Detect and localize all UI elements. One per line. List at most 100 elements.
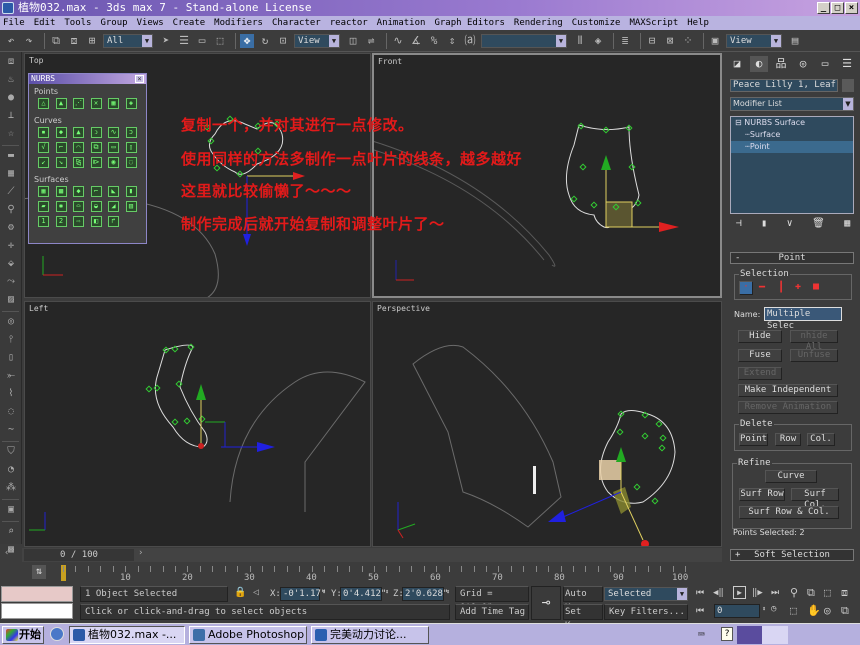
render-magnify-icon[interactable]: ⌕ xyxy=(4,525,18,539)
spinner-icon[interactable]: ⬍ xyxy=(762,605,766,613)
select-and-scale-icon[interactable]: ⊡ xyxy=(276,34,290,48)
bend-icon[interactable]: ⤳ xyxy=(4,275,18,289)
create-curve-point-icon[interactable]: ⋰ xyxy=(73,98,84,109)
select-and-link-icon[interactable]: ⧉ xyxy=(49,34,63,48)
minimize-button[interactable]: _ xyxy=(817,2,830,14)
taskbar-item-forum[interactable]: 完美动力讨论... xyxy=(311,626,429,644)
zoom-extents-all-icon[interactable]: ⧈ xyxy=(841,586,848,600)
create-geometry-icon[interactable]: ⧈ xyxy=(4,55,18,69)
time-configuration-icon[interactable]: ◷ xyxy=(771,604,776,614)
object-name-field[interactable]: Peace Lilly 1, Leaf xyxy=(730,79,838,92)
create-tab-icon[interactable]: ◪ xyxy=(728,56,746,72)
wrench-icon[interactable]: ⚲ xyxy=(4,203,18,217)
arc-rotate-icon[interactable]: ◎ xyxy=(824,604,831,617)
star-icon[interactable]: ☆ xyxy=(4,127,18,141)
create-point-icon[interactable]: △ xyxy=(38,98,49,109)
transform-surface-icon[interactable]: ◆ xyxy=(73,186,84,197)
collapse-icon[interactable]: ⊟ xyxy=(735,118,742,127)
unlink-icon[interactable]: ⧈ xyxy=(67,34,81,48)
fit-curve-icon[interactable]: ▲ xyxy=(73,127,84,138)
z-coord-field[interactable]: 2'0.628" xyxy=(402,587,448,601)
schematic-view-icon[interactable]: ⊠ xyxy=(663,34,677,48)
play-icon[interactable]: ▶ xyxy=(733,586,746,599)
set-key-button[interactable]: Set Key xyxy=(563,604,603,631)
display-tab-icon[interactable]: ▭ xyxy=(816,56,834,72)
maxscript-input-mini[interactable] xyxy=(1,603,73,619)
cv-curve-icon[interactable]: ▪ xyxy=(38,127,49,138)
spacewarp-icon[interactable]: ⟋ xyxy=(4,185,18,199)
render-window-icon[interactable]: ▣ xyxy=(4,503,18,517)
help-icon[interactable]: ? xyxy=(721,627,733,641)
delete-row-button[interactable]: Row xyxy=(775,433,801,446)
time-slider[interactable]: ‹ 0 / 100 › xyxy=(4,548,722,562)
add-time-tag-button[interactable]: Add Time Tag xyxy=(455,604,529,620)
selection-filter-dropdown[interactable]: All ▼ xyxy=(103,33,153,48)
single-point-select-icon[interactable]: · xyxy=(739,281,753,295)
menu-customize[interactable]: Customize xyxy=(572,16,621,30)
multisided-blend-icon[interactable]: ⇨ xyxy=(73,216,84,227)
absolute-mode-icon[interactable]: ◁ xyxy=(253,587,259,598)
viewport-left[interactable]: Left xyxy=(24,301,371,547)
key-filters-button[interactable]: Key Filters... xyxy=(604,604,688,620)
modifier-stack[interactable]: ⊟ NURBS Surface ┄Surface ┄Point xyxy=(730,116,854,214)
start-button[interactable]: 开始 xyxy=(2,626,44,644)
light-icon[interactable]: ⊥ xyxy=(4,109,18,123)
gear-icon[interactable]: ⚙ xyxy=(4,221,18,235)
taskbar-item-3dsmax[interactable]: 植物032.max -... xyxy=(69,626,185,644)
go-to-end-icon[interactable]: ⏭ xyxy=(771,588,779,598)
taskbar-item-photoshop[interactable]: Adobe Photoshop xyxy=(189,626,307,644)
object-color-swatch[interactable] xyxy=(842,79,854,92)
key-mode-toggle-icon[interactable]: ⏮ xyxy=(696,606,704,616)
material-icon[interactable]: ⛉ xyxy=(4,445,18,459)
path-icon[interactable]: ⤜ xyxy=(4,369,18,383)
stack-item-nurbs-surface[interactable]: ⊟ NURBS Surface xyxy=(731,117,853,129)
surface-offset-curve-icon[interactable]: ◉ xyxy=(108,157,119,168)
blend-surface-icon[interactable]: ⌐ xyxy=(90,186,102,197)
render-view-dropdown[interactable]: View ▼ xyxy=(726,33,782,48)
menu-graph-editors[interactable]: Graph Editors xyxy=(434,16,504,30)
select-by-name-icon[interactable]: ☰ xyxy=(177,34,191,48)
rectangular-selection-icon[interactable]: ▭ xyxy=(195,34,209,48)
next-frame-icon[interactable]: ‖▶ xyxy=(752,588,763,598)
go-to-start-icon[interactable]: ⏮ xyxy=(696,588,704,598)
wave-icon[interactable]: ∼ xyxy=(4,423,18,437)
viewport-perspective[interactable]: Perspective xyxy=(372,301,722,547)
menu-modifiers[interactable]: Modifiers xyxy=(214,16,263,30)
current-frame-field[interactable]: 0 xyxy=(714,604,760,618)
reference-coord-dropdown[interactable]: View ▼ xyxy=(294,33,340,48)
utilities-tab-icon[interactable]: ☰ xyxy=(838,56,856,72)
create-offset-point-icon[interactable]: ▲ xyxy=(55,98,67,109)
offset-surface-icon[interactable]: ◣ xyxy=(108,186,119,197)
redo-icon[interactable]: ↷ xyxy=(22,34,36,48)
point-surface-icon[interactable]: ▩ xyxy=(55,186,67,197)
make-independent-button[interactable]: Make Independent xyxy=(738,384,838,397)
menu-help[interactable]: Help xyxy=(687,16,709,30)
menu-group[interactable]: Group xyxy=(100,16,127,30)
menu-maxscript[interactable]: MAXScript xyxy=(629,16,678,30)
noise-icon[interactable]: ◌ xyxy=(4,405,18,419)
zoom-all-icon[interactable]: ⧉ xyxy=(807,586,815,600)
u-iso-curve-icon[interactable]: ▭ xyxy=(108,142,119,153)
previous-frame-icon[interactable]: ◀‖ xyxy=(713,588,724,598)
refine-surf-col-button[interactable]: Surf Col. xyxy=(791,488,839,510)
mirror-surface-icon[interactable]: ▮ xyxy=(125,186,137,197)
twist-icon[interactable]: ⌇ xyxy=(4,387,18,401)
set-key-icon[interactable]: ⊸ xyxy=(531,586,561,620)
column-select-icon[interactable]: ┃ xyxy=(778,282,784,293)
refine-curve-button[interactable]: Curve xyxy=(765,470,817,483)
motion-tab-icon[interactable]: ◎ xyxy=(794,56,812,72)
undo-icon[interactable]: ↶ xyxy=(4,34,18,48)
pan-hand-icon[interactable]: ✋ xyxy=(807,604,821,617)
menu-tools[interactable]: Tools xyxy=(64,16,91,30)
offset-curve-icon[interactable]: ɔ xyxy=(125,127,137,138)
material-editor-icon[interactable]: ⁘ xyxy=(681,34,695,48)
lathe-surface-icon[interactable]: ✱ xyxy=(55,201,67,212)
select-and-move-icon[interactable]: ✥ xyxy=(240,33,254,48)
row-select-icon[interactable]: ━ xyxy=(759,282,765,293)
lock-selection-icon[interactable]: 🔒 xyxy=(234,587,246,598)
window-crossing-icon[interactable]: ⬚ xyxy=(213,34,227,48)
normal-projected-curve-icon[interactable]: ↙ xyxy=(38,157,49,168)
bones-icon[interactable]: ✛ xyxy=(4,239,18,253)
shell-icon[interactable]: ▯ xyxy=(4,351,18,365)
maximize-viewport-icon[interactable]: ⧉ xyxy=(841,604,849,618)
